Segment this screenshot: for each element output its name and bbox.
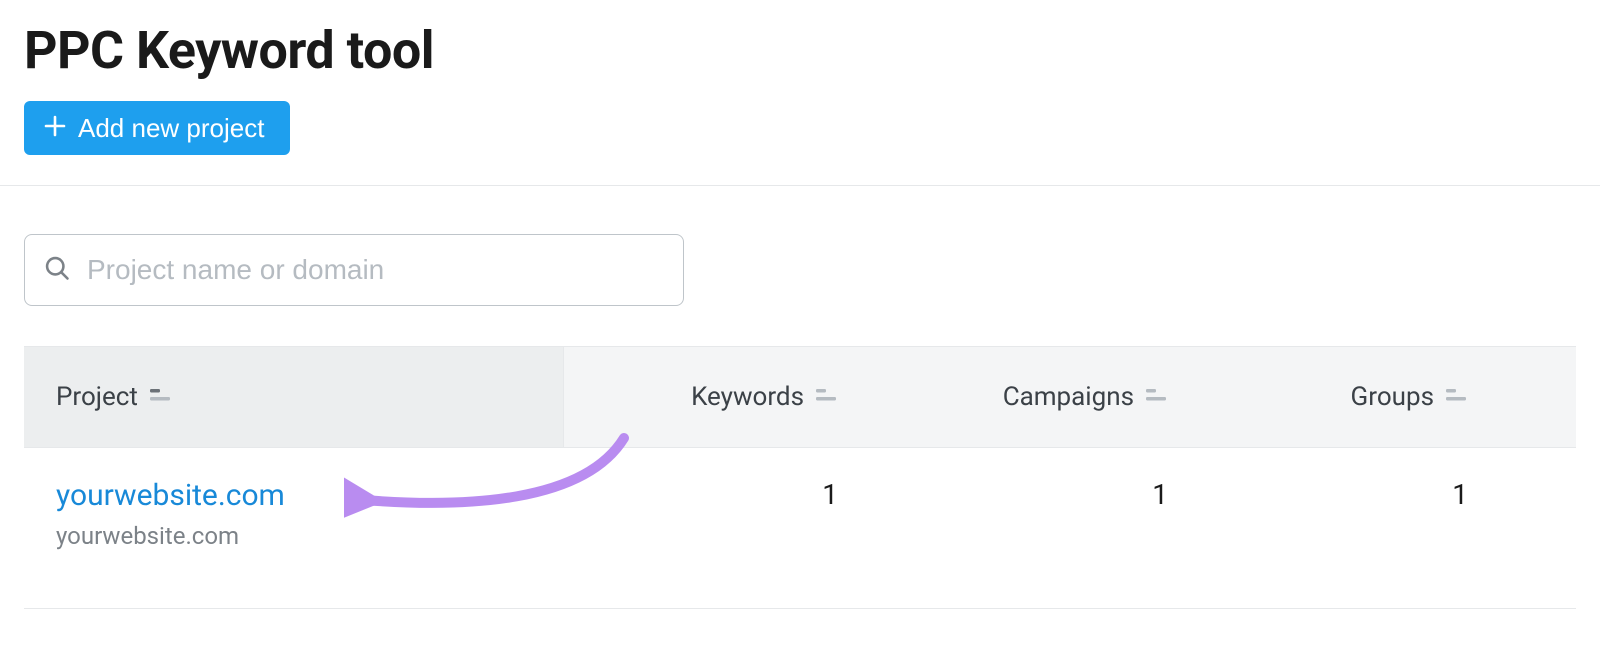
- add-project-button[interactable]: Add new project: [24, 101, 290, 155]
- cell-keywords: 1: [822, 478, 838, 511]
- col-header-keywords[interactable]: Keywords: [564, 382, 874, 412]
- col-header-campaigns-label: Campaigns: [1003, 382, 1134, 412]
- col-header-groups[interactable]: Groups: [1204, 382, 1504, 412]
- table-header: Project Keywords Campaigns Groups: [24, 347, 1576, 448]
- search-icon: [43, 254, 71, 286]
- cell-campaigns: 1: [1152, 478, 1168, 511]
- plus-icon: [44, 115, 66, 141]
- sort-icon: [150, 382, 172, 412]
- sort-icon: [1146, 382, 1168, 412]
- project-link[interactable]: yourwebsite.com: [56, 478, 285, 513]
- divider: [0, 185, 1600, 186]
- page-title: PPC Keyword tool: [24, 20, 1576, 81]
- search-box[interactable]: [24, 234, 684, 306]
- sort-icon: [1446, 382, 1468, 412]
- col-header-project[interactable]: Project: [24, 347, 564, 447]
- col-header-keywords-label: Keywords: [691, 382, 804, 412]
- table-row: yourwebsite.com yourwebsite.com 1 1 1: [24, 448, 1576, 608]
- project-domain: yourwebsite.com: [56, 522, 285, 550]
- sort-icon: [816, 382, 838, 412]
- col-header-campaigns[interactable]: Campaigns: [874, 382, 1204, 412]
- cell-groups: 1: [1452, 478, 1468, 511]
- add-project-label: Add new project: [78, 115, 264, 141]
- projects-table: Project Keywords Campaigns Groups: [24, 346, 1576, 609]
- search-input[interactable]: [85, 253, 665, 287]
- col-header-project-label: Project: [56, 382, 138, 412]
- col-header-groups-label: Groups: [1351, 382, 1434, 412]
